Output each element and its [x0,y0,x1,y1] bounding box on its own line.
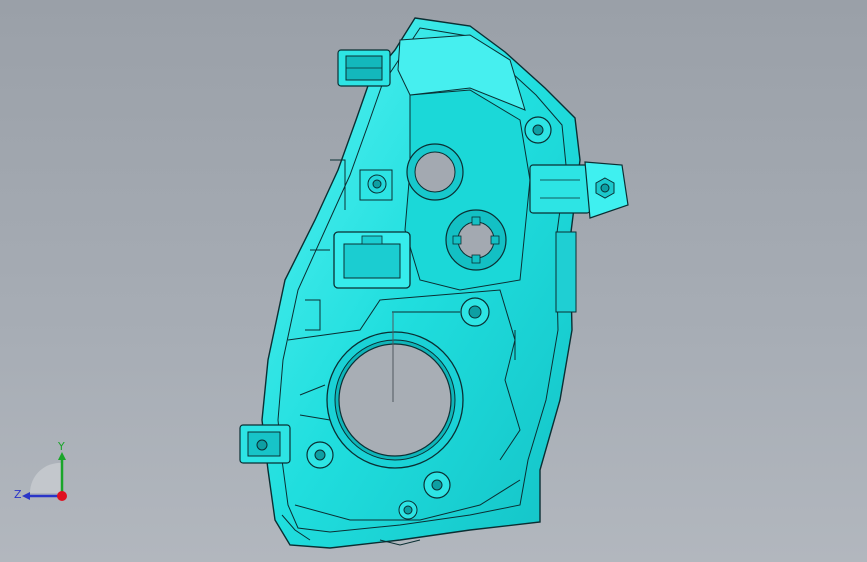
upper-round-hole [406,143,464,201]
graphics-viewport[interactable]: Y Z [0,0,867,562]
z-axis-arrow [22,492,30,500]
boss-center [460,297,490,327]
boss-lower-left [306,441,334,469]
rect-socket [333,231,411,289]
z-axis-label: Z [14,488,22,501]
bayonet-hole [445,209,507,271]
bracket-top-left [337,49,391,87]
boss-lower-center [423,471,451,499]
coordinate-triad: Y Z [14,440,67,501]
triad-plane [29,462,63,493]
boss-bottom [398,500,418,520]
connector-right [529,161,629,219]
bracket-bottom-left [239,424,291,464]
boss-left-middle [359,169,393,201]
triad-origin [57,491,67,501]
cad-model-housing[interactable] [0,0,867,562]
y-axis-label: Y [57,440,65,453]
right-side-rib [555,231,577,313]
main-lamp-opening [326,331,464,469]
boss-top-right [524,116,552,144]
y-axis-arrow [58,452,66,460]
